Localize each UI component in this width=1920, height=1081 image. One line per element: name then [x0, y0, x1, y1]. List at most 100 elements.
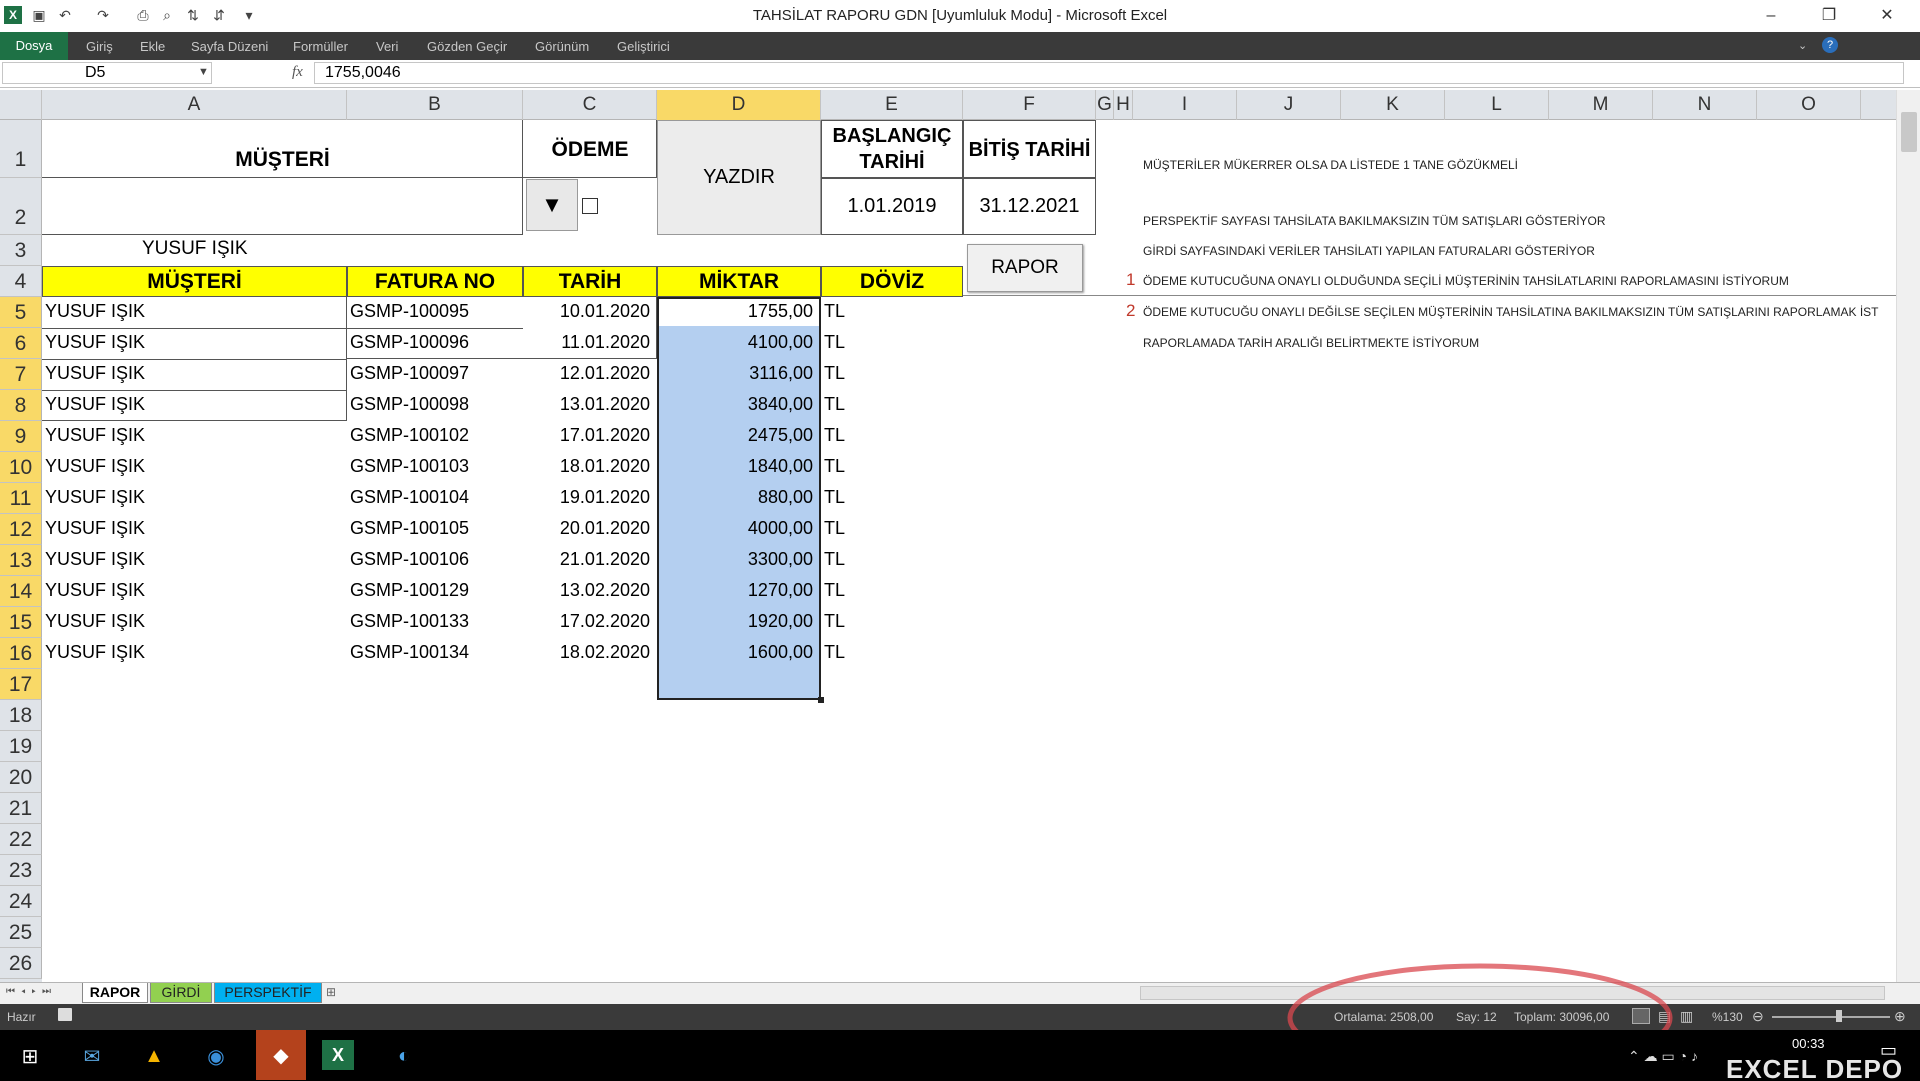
- cell-doviz[interactable]: TL: [824, 394, 884, 415]
- column-header-k[interactable]: K: [1341, 90, 1445, 120]
- row-header[interactable]: 13: [0, 545, 42, 576]
- column-header-e[interactable]: E: [821, 90, 963, 120]
- cell-miktar[interactable]: 1270,00: [657, 580, 817, 601]
- tab-gelistirici[interactable]: Geliştirici: [617, 39, 670, 54]
- column-header-i[interactable]: I: [1133, 90, 1237, 120]
- row-header[interactable]: 19: [0, 731, 42, 762]
- windows-start-icon[interactable]: ⊞: [10, 1038, 50, 1074]
- fill-handle[interactable]: [818, 697, 824, 703]
- row-header[interactable]: 5: [0, 297, 42, 328]
- close-button[interactable]: ✕: [1872, 4, 1902, 28]
- rapor-button[interactable]: RAPOR: [967, 244, 1083, 292]
- row-header[interactable]: 21: [0, 793, 42, 824]
- worksheet-grid[interactable]: MÜŞTERİ ÖDEME ▼ YAZDIR BAŞLANGIÇ TARİHİ …: [42, 120, 1896, 982]
- row-header[interactable]: 7: [0, 359, 42, 390]
- column-header-o[interactable]: O: [1757, 90, 1861, 120]
- name-box[interactable]: D5: [2, 62, 212, 84]
- cell-fatura-no[interactable]: GSMP-100105: [350, 518, 520, 539]
- cell-musteri[interactable]: YUSUF IŞIK: [45, 332, 345, 353]
- scroll-thumb[interactable]: [1901, 112, 1917, 152]
- cell-tarih[interactable]: 13.01.2020: [523, 394, 654, 415]
- cell-doviz[interactable]: TL: [824, 549, 884, 570]
- app-icon[interactable]: ◐: [384, 1038, 424, 1074]
- zoom-out-icon[interactable]: ⊖: [1752, 1008, 1764, 1025]
- cell-doviz[interactable]: TL: [824, 363, 884, 384]
- zoom-level[interactable]: %130: [1712, 1010, 1743, 1024]
- cell-fatura-no[interactable]: GSMP-100097: [350, 363, 520, 384]
- column-header-m[interactable]: M: [1549, 90, 1653, 120]
- cell-musteri[interactable]: YUSUF IŞIK: [45, 549, 345, 570]
- bitis-value[interactable]: 31.12.2021: [963, 178, 1096, 235]
- cell-musteri[interactable]: YUSUF IŞIK: [45, 580, 345, 601]
- cell-miktar[interactable]: 2475,00: [657, 425, 817, 446]
- sheet-nav-arrows-icon[interactable]: ⏮◂▸⏭: [6, 986, 57, 997]
- tab-sayfa-duzeni[interactable]: Sayfa Düzeni: [191, 39, 268, 54]
- column-header-d[interactable]: D: [657, 90, 821, 120]
- odeme-checkbox[interactable]: [582, 198, 598, 214]
- cell-doviz[interactable]: TL: [824, 487, 884, 508]
- vertical-scrollbar[interactable]: [1896, 90, 1920, 982]
- row-header[interactable]: 20: [0, 762, 42, 793]
- column-header-h[interactable]: H: [1114, 90, 1133, 120]
- row-header[interactable]: 16: [0, 638, 42, 669]
- column-header-l[interactable]: L: [1445, 90, 1549, 120]
- column-header-a[interactable]: A: [42, 90, 347, 120]
- speaker-app-icon[interactable]: ◉: [196, 1038, 236, 1074]
- row-header[interactable]: 11: [0, 483, 42, 514]
- column-header-f[interactable]: F: [963, 90, 1096, 120]
- cell-fatura-no[interactable]: GSMP-100104: [350, 487, 520, 508]
- tab-veri[interactable]: Veri: [376, 39, 398, 54]
- musteri-select-cell[interactable]: [42, 178, 523, 235]
- horizontal-scrollbar[interactable]: [1140, 986, 1885, 1000]
- cell-doviz[interactable]: TL: [824, 611, 884, 632]
- normal-view-icon[interactable]: [1632, 1008, 1650, 1024]
- column-header-c[interactable]: C: [523, 90, 657, 120]
- minimize-button[interactable]: –: [1756, 4, 1786, 28]
- row-header[interactable]: 26: [0, 948, 42, 979]
- baslangic-value[interactable]: 1.01.2019: [821, 178, 963, 235]
- tab-ekle[interactable]: Ekle: [140, 39, 165, 54]
- restore-button[interactable]: ❐: [1814, 4, 1844, 28]
- warning-icon[interactable]: ▲: [134, 1038, 174, 1074]
- cell-tarih[interactable]: 10.01.2020: [523, 301, 654, 322]
- cell-miktar[interactable]: 1755,00: [657, 301, 817, 322]
- sheet-tab-perspektif[interactable]: PERSPEKTİF: [214, 983, 322, 1003]
- cell-fatura-no[interactable]: GSMP-100095: [350, 301, 520, 322]
- cell-doviz[interactable]: TL: [824, 642, 884, 663]
- select-all-corner[interactable]: [0, 90, 42, 120]
- cell-miktar[interactable]: 3116,00: [657, 363, 817, 384]
- column-header-g[interactable]: G: [1096, 90, 1114, 120]
- zoom-in-icon[interactable]: ⊕: [1894, 1008, 1906, 1025]
- cell-fatura-no[interactable]: GSMP-100098: [350, 394, 520, 415]
- row-header[interactable]: 1: [0, 120, 42, 178]
- cell-fatura-no[interactable]: GSMP-100096: [350, 332, 520, 353]
- cell-tarih[interactable]: 18.02.2020: [523, 642, 654, 663]
- cell-tarih[interactable]: 17.02.2020: [523, 611, 654, 632]
- column-header-j[interactable]: J: [1237, 90, 1341, 120]
- page-layout-view-icon[interactable]: ▤: [1658, 1008, 1671, 1025]
- help-icon[interactable]: ?: [1822, 37, 1838, 53]
- tab-giris[interactable]: Giriş: [86, 39, 113, 54]
- tab-gorunum[interactable]: Görünüm: [535, 39, 589, 54]
- cell-tarih[interactable]: 17.01.2020: [523, 425, 654, 446]
- cell-tarih[interactable]: 20.01.2020: [523, 518, 654, 539]
- cell-doviz[interactable]: TL: [824, 456, 884, 477]
- cell-tarih[interactable]: 12.01.2020: [523, 363, 654, 384]
- name-box-dropdown-icon[interactable]: ▼: [198, 66, 209, 78]
- cell-tarih[interactable]: 18.01.2020: [523, 456, 654, 477]
- cell-doviz[interactable]: TL: [824, 580, 884, 601]
- row-header[interactable]: 24: [0, 886, 42, 917]
- row-header[interactable]: 15: [0, 607, 42, 638]
- cell-musteri[interactable]: YUSUF IŞIK: [45, 301, 345, 322]
- cell-fatura-no[interactable]: GSMP-100106: [350, 549, 520, 570]
- cell-doviz[interactable]: TL: [824, 332, 884, 353]
- cell-musteri[interactable]: YUSUF IŞIK: [45, 425, 345, 446]
- row-header[interactable]: 9: [0, 421, 42, 452]
- cell-tarih[interactable]: 13.02.2020: [523, 580, 654, 601]
- row-header[interactable]: 18: [0, 700, 42, 731]
- cell-musteri[interactable]: YUSUF IŞIK: [45, 611, 345, 632]
- tab-dosya[interactable]: Dosya: [0, 32, 68, 60]
- zoom-slider[interactable]: [1772, 1016, 1890, 1018]
- brave-browser-icon[interactable]: ◆: [256, 1030, 306, 1080]
- cell-doviz[interactable]: TL: [824, 518, 884, 539]
